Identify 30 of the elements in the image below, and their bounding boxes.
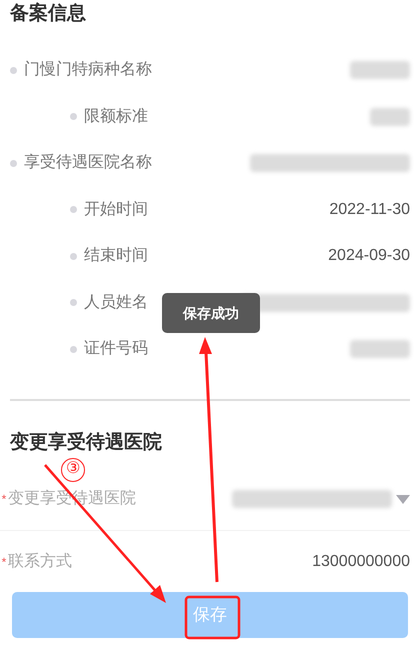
save-button[interactable]: 保存: [12, 592, 408, 638]
redacted-value: [370, 108, 410, 126]
field-label: 享受待遇医院名称: [24, 152, 152, 174]
field-label: 限额标准: [84, 106, 148, 127]
bullet-icon: [10, 66, 17, 74]
bullet-icon: [10, 160, 17, 167]
field-label: 人员姓名: [84, 292, 148, 313]
bullet-icon: [70, 252, 77, 260]
field-label: 结束时间: [84, 246, 148, 266]
highlight-frame: [184, 596, 240, 640]
field-label: 门慢门特病种名称: [24, 60, 152, 80]
field-value: 2024-09-30: [328, 246, 410, 266]
field-label: 开始时间: [84, 200, 148, 220]
bullet-icon: [70, 346, 77, 353]
step-number: ③: [61, 458, 85, 482]
field-value: 2022-11-30: [329, 200, 410, 220]
toast-message: 保存成功: [162, 293, 260, 333]
bullet-icon: [70, 299, 77, 306]
required-mark: *: [0, 491, 8, 508]
section-title: 备案信息: [10, 1, 87, 26]
redacted-value: [350, 61, 410, 80]
section-title: 变更享受待遇医院: [10, 430, 163, 454]
field-value: 13000000000: [312, 552, 410, 572]
bullet-icon: [70, 113, 77, 120]
dropdown-caret-icon[interactable]: [396, 494, 410, 504]
bullet-icon: [70, 206, 77, 214]
required-mark: *: [0, 554, 8, 570]
field-label: 联系方式: [8, 552, 72, 572]
redacted-value: [350, 340, 410, 358]
field-label: 证件号码: [84, 339, 148, 360]
